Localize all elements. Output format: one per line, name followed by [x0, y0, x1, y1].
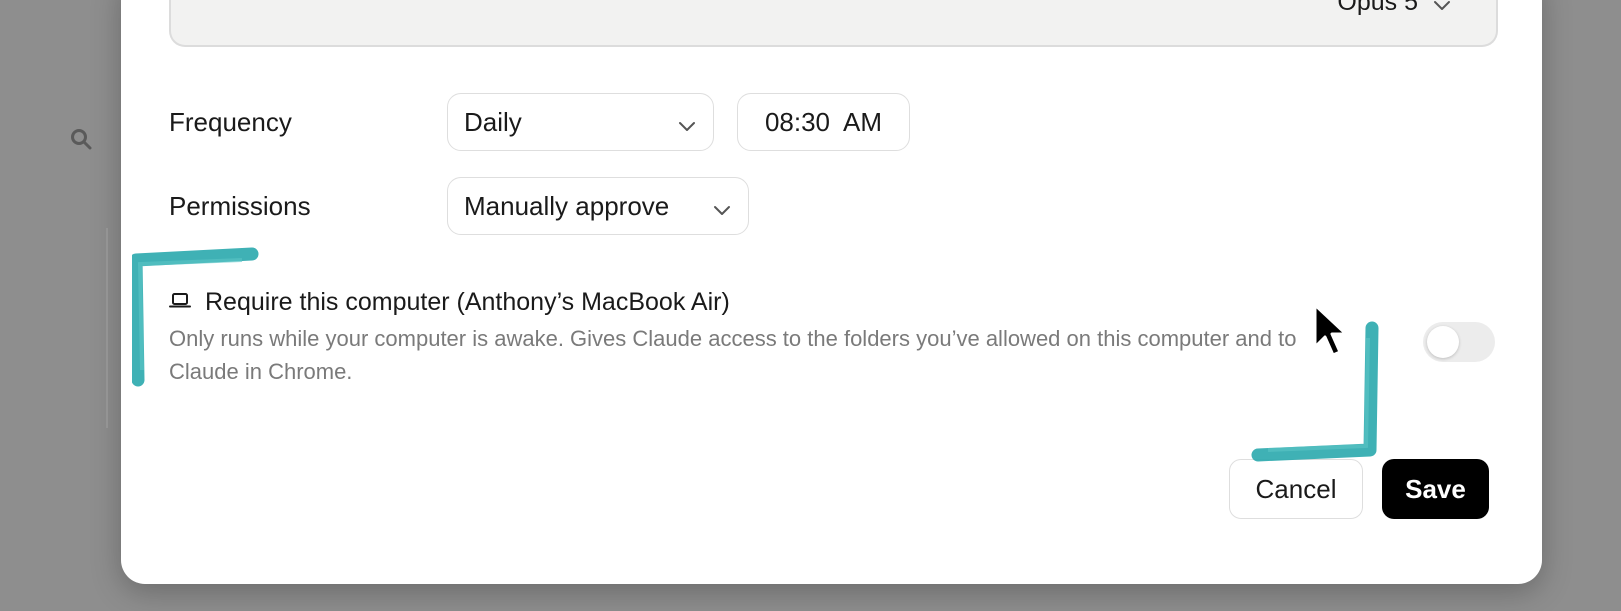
cancel-button[interactable]: Cancel: [1229, 459, 1363, 519]
chevron-down-icon: [1432, 0, 1452, 13]
permissions-select-value: Manually approve: [464, 190, 670, 221]
chevron-down-icon: [712, 196, 732, 216]
background-search-icon: [70, 128, 92, 150]
frequency-label: Frequency: [169, 107, 292, 137]
time-input[interactable]: 08:30 AM: [737, 93, 910, 151]
frequency-select-value: Daily: [464, 106, 522, 137]
time-input-value: 08:30 AM: [764, 106, 883, 137]
schedule-task-modal: Opus 5 Frequency Daily 08:30 AM Permissi…: [121, 0, 1542, 584]
permissions-label: Permissions: [169, 191, 311, 221]
laptop-icon: [169, 291, 191, 314]
require-computer-description: Only runs while your computer is awake. …: [169, 326, 1297, 384]
background-divider: [106, 228, 108, 428]
prompt-box: Opus 5: [169, 0, 1498, 47]
toggle-knob: [1427, 326, 1459, 358]
model-select[interactable]: Opus 5: [1337, 0, 1452, 17]
frequency-select[interactable]: Daily: [447, 93, 714, 151]
require-computer-toggle[interactable]: [1423, 322, 1495, 362]
require-computer-row: Require this computer (Anthony’s MacBook…: [169, 288, 730, 317]
chevron-down-icon: [677, 112, 697, 132]
save-button[interactable]: Save: [1382, 459, 1489, 519]
model-select-value: Opus 5: [1337, 0, 1418, 16]
permissions-select[interactable]: Manually approve: [447, 177, 749, 235]
require-computer-title: Require this computer (Anthony’s MacBook…: [205, 288, 730, 316]
mouse-cursor-icon: [1313, 303, 1348, 357]
